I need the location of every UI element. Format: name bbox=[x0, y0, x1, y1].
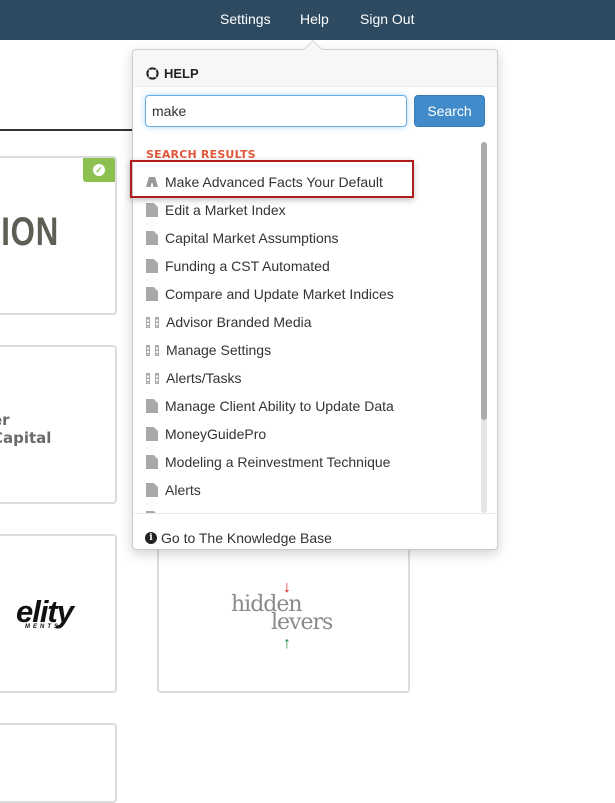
document-icon bbox=[146, 399, 158, 413]
life-ring-icon bbox=[146, 67, 159, 80]
search-result-label: Manage Client Ability to Update Data bbox=[165, 398, 394, 414]
search-result-label: Alerts bbox=[165, 482, 201, 498]
search-result-item[interactable]: Funding a CST Automated bbox=[146, 255, 330, 277]
integration-card[interactable] bbox=[0, 723, 117, 803]
integration-card-fidelity[interactable]: elity MENTS bbox=[0, 534, 117, 693]
search-result-label: Compare and Update Market Indices bbox=[165, 286, 394, 302]
help-search-button[interactable]: Search bbox=[414, 95, 485, 127]
film-icon bbox=[146, 344, 159, 356]
help-popover: HELP Search SEARCH RESULTS Make Advanced… bbox=[130, 49, 498, 550]
help-search-row: Search bbox=[145, 95, 487, 127]
search-result-item[interactable]: Modeling a Reinvestment Technique bbox=[146, 451, 390, 473]
document-icon bbox=[146, 455, 158, 469]
popover-arrow-inner bbox=[304, 41, 322, 50]
check-circle-icon: ✓ bbox=[93, 164, 105, 176]
document-icon bbox=[146, 287, 158, 301]
document-icon bbox=[146, 427, 158, 441]
road-icon bbox=[146, 177, 158, 187]
search-result-label: Manage Settings bbox=[166, 342, 272, 358]
section-divider bbox=[0, 129, 140, 131]
search-result-item[interactable]: Advisor Branded Media bbox=[146, 311, 312, 333]
arrow-up-icon: ↑ bbox=[283, 635, 291, 652]
hiddenlevers-logo: ↓ hidden levers ↑ bbox=[231, 580, 341, 652]
top-navbar: Settings Help Sign Out bbox=[0, 0, 615, 40]
search-results-heading: SEARCH RESULTS bbox=[146, 148, 256, 161]
integration-card-orion[interactable]: ✓ RION bbox=[0, 156, 117, 315]
search-results-list: Make Advanced Facts Your Default Edit a M… bbox=[133, 167, 483, 513]
search-result-label: Modeling a Reinvestment Technique bbox=[165, 454, 391, 470]
search-result-item[interactable]: MoneyGuidePro bbox=[146, 423, 266, 445]
search-result-label: Advisor Branded Media bbox=[166, 314, 312, 330]
search-result-label: Funding a CST Automated bbox=[165, 258, 330, 274]
search-result-item[interactable]: Alerts/Tasks bbox=[146, 367, 241, 389]
document-icon bbox=[146, 203, 158, 217]
film-icon bbox=[146, 316, 159, 328]
search-result-label: MoneyGuidePro bbox=[165, 426, 267, 442]
help-title: HELP bbox=[164, 66, 199, 81]
knowledge-base-link[interactable]: i Go to The Knowledge Base bbox=[133, 513, 497, 550]
search-result-item[interactable]: Alerts bbox=[146, 479, 201, 501]
search-result-label: Edit a Market Index bbox=[165, 202, 286, 218]
help-popover-header: HELP bbox=[133, 50, 497, 87]
results-scrollbar-thumb[interactable] bbox=[481, 142, 487, 420]
nav-sign-out-link[interactable]: Sign Out bbox=[360, 11, 414, 27]
help-search-input[interactable] bbox=[145, 95, 407, 127]
search-result-item[interactable]: Capital Market Assumptions bbox=[146, 227, 339, 249]
search-result-item[interactable]: Edit a Market Index bbox=[146, 199, 286, 221]
nav-help-link[interactable]: Help bbox=[300, 11, 329, 27]
search-result-item[interactable]: Manage Settings bbox=[146, 339, 271, 361]
search-result-item[interactable]: Compare and Update Market Indices bbox=[146, 283, 394, 305]
search-result-item[interactable]: Make Advanced Facts Your Default bbox=[146, 171, 383, 193]
search-result-label: Make Advanced Facts Your Default bbox=[165, 174, 383, 190]
search-result-label: Capital Market Assumptions bbox=[165, 230, 339, 246]
orion-logo: RION bbox=[0, 210, 60, 254]
document-icon bbox=[146, 483, 158, 497]
nav-settings-link[interactable]: Settings bbox=[220, 11, 271, 27]
knowledge-base-label: Go to The Knowledge Base bbox=[161, 529, 332, 546]
document-icon bbox=[146, 231, 158, 245]
search-result-item[interactable]: Manage Client Ability to Update Data bbox=[146, 395, 394, 417]
hiddenlevers-logo-bottom: levers bbox=[271, 610, 333, 635]
integration-card-capital[interactable]: er Capital bbox=[0, 345, 117, 504]
document-icon bbox=[146, 259, 158, 273]
search-result-label: Alerts/Tasks bbox=[166, 370, 242, 386]
info-circle-icon: i bbox=[145, 531, 157, 544]
integration-card-hiddenlevers[interactable]: ↓ hidden levers ↑ bbox=[157, 534, 410, 693]
enabled-badge: ✓ bbox=[83, 158, 115, 182]
fidelity-logo-subtext: MENTS bbox=[25, 624, 61, 630]
capital-logo: er Capital bbox=[0, 411, 52, 447]
film-icon bbox=[146, 372, 159, 384]
